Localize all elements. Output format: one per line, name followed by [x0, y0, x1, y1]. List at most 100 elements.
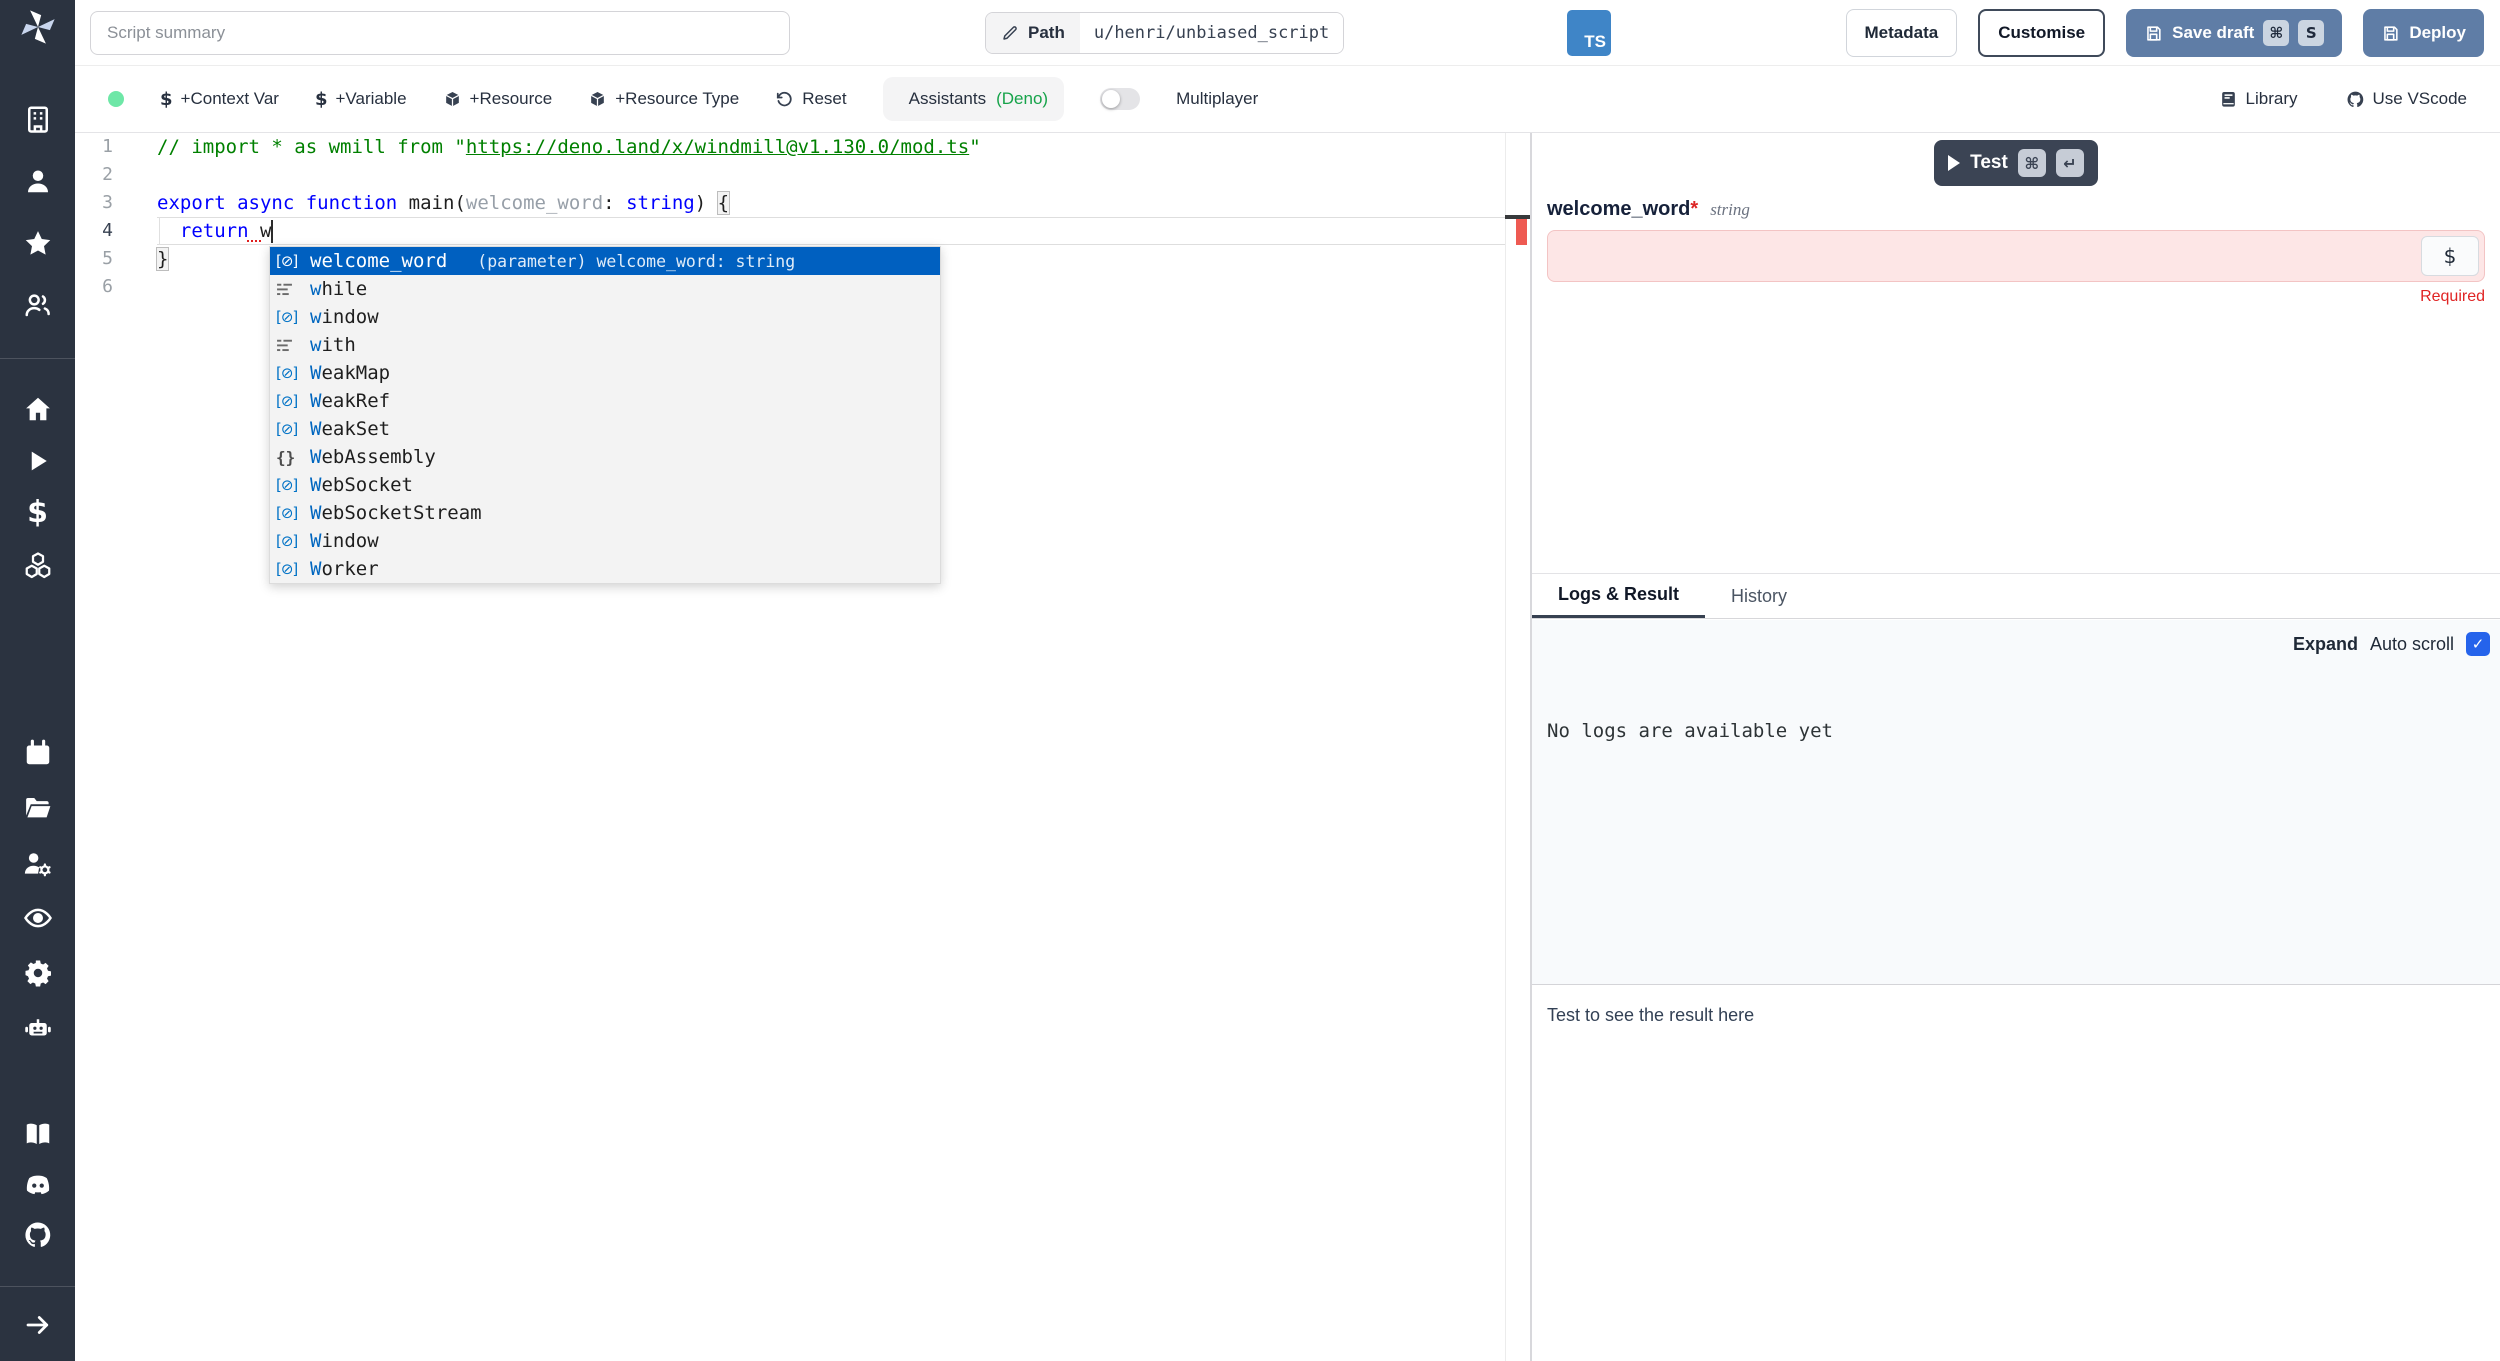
welcome-word-input[interactable] [1547, 230, 2485, 282]
suggestion-item[interactable]: [⊘] WeakSet [270, 415, 940, 443]
save-draft-label: Save draft [2172, 23, 2254, 43]
line-number: 1 [75, 133, 157, 161]
comment-token: // import * as wmill from " [157, 136, 466, 158]
code-line-3: export async function main(welcome_word:… [157, 189, 1505, 217]
suggestion-item[interactable]: [⊘] WeakMap [270, 359, 940, 387]
cube-icon [443, 90, 462, 109]
reset-button[interactable]: Reset [775, 89, 846, 109]
tab-logs-result[interactable]: Logs & Result [1532, 574, 1705, 618]
type-token: string [626, 192, 695, 214]
runs-play-icon[interactable] [0, 446, 75, 476]
suggestion-item[interactable]: [⊘] WebSocket [270, 471, 940, 499]
audit-eye-icon[interactable] [0, 903, 75, 933]
sidebar-divider [0, 1286, 75, 1287]
suggestion-item[interactable]: [⊘] Window [270, 527, 940, 555]
argument-form: welcome_word* string $ Required [1532, 198, 2500, 306]
assistants-label: Assistants [909, 89, 986, 109]
suggestion-label: with [310, 334, 356, 356]
save-icon [2144, 24, 2163, 43]
add-resource-type-button[interactable]: +Resource Type [588, 89, 739, 109]
multiplayer-toggle[interactable] [1100, 88, 1140, 110]
add-resource-button[interactable]: +Resource [443, 89, 553, 109]
kbd-cmd: ⌘ [2018, 149, 2046, 177]
workers-robot-icon[interactable] [0, 1013, 75, 1043]
suggestion-item[interactable]: while [270, 275, 940, 303]
save-draft-button[interactable]: Save draft ⌘ S [2126, 9, 2342, 57]
folders-icon[interactable] [0, 793, 75, 823]
github-icon [2346, 90, 2365, 109]
workspace-building-icon[interactable] [0, 104, 75, 134]
code-line-4: return w [157, 217, 1505, 245]
test-button[interactable]: Test ⌘ ↵ [1934, 140, 2098, 186]
keyword-token: export [157, 192, 237, 214]
logs-controls: Expand Auto scroll ✓ [2293, 632, 2490, 656]
line-number: 5 [75, 245, 157, 273]
library-button[interactable]: Library [2219, 89, 2298, 109]
keyword-token: return [180, 220, 260, 242]
path-control: Path u/henri/unbiased_script [985, 12, 1344, 54]
reset-label: Reset [802, 89, 846, 109]
variables-dollar-icon[interactable]: $ [0, 498, 75, 528]
keyword-token: function [306, 192, 409, 214]
suggestion-item[interactable]: {} WebAssembly [270, 443, 940, 471]
customise-button[interactable]: Customise [1978, 9, 2105, 57]
windmill-script-editor: $ [0, 0, 2500, 1361]
use-vscode-button[interactable]: Use VScode [2346, 89, 2468, 109]
deploy-button[interactable]: Deploy [2363, 9, 2484, 57]
github-icon[interactable] [0, 1220, 75, 1250]
import-url-link[interactable]: https://deno.land/x/windmill@v1.130.0/mo… [466, 136, 969, 158]
kbd-cmd: ⌘ [2263, 20, 2289, 46]
expand-sidebar-arrow-icon[interactable] [0, 1310, 75, 1340]
add-resource-label: +Resource [470, 89, 553, 109]
favorites-star-icon[interactable] [0, 228, 75, 258]
add-context-var-button[interactable]: $ +Context Var [160, 89, 279, 110]
keyword-token: async [237, 192, 306, 214]
symbol-variable-icon: [⊘] [276, 560, 310, 578]
pencil-icon [1001, 24, 1019, 42]
schedules-calendar-icon[interactable] [0, 738, 75, 768]
insert-variable-button[interactable]: $ [2421, 236, 2479, 276]
overview-ruler[interactable] [1505, 133, 1530, 1361]
field-type: string [1710, 200, 1750, 220]
rotate-ccw-icon [775, 90, 794, 109]
home-icon[interactable] [0, 394, 75, 424]
metadata-button[interactable]: Metadata [1846, 9, 1958, 57]
script-summary-input[interactable] [90, 11, 790, 55]
settings-gear-icon[interactable] [0, 958, 75, 988]
discord-icon[interactable] [0, 1170, 75, 1200]
users-icon[interactable] [0, 290, 75, 320]
autoscroll-checkbox[interactable]: ✓ [2466, 632, 2490, 656]
suggestion-label: WebSocket [310, 474, 413, 496]
docs-book-icon[interactable] [0, 1119, 75, 1149]
code-editor[interactable]: 1 2 3 4 5 6 // import * as wmill from "h… [75, 133, 1530, 1361]
assistants-button[interactable]: Assistants (Deno) [883, 77, 1064, 121]
suggestion-detail: (parameter) welcome_word: string [477, 252, 795, 271]
resources-cubes-icon[interactable] [0, 550, 75, 580]
line-number-active: 4 [75, 217, 157, 245]
toolbar-right: Library Use VScode [2219, 66, 2467, 132]
windmill-logo-icon[interactable] [0, 8, 75, 46]
suggestion-item[interactable]: with [270, 331, 940, 359]
sidebar-divider [0, 358, 75, 359]
groups-user-cog-icon[interactable] [0, 848, 75, 878]
suggestion-item[interactable]: [⊘] Worker [270, 555, 940, 583]
logs-empty-message: No logs are available yet [1547, 720, 1833, 742]
logs-tabs: Logs & Result History [1532, 574, 2500, 619]
suggestion-item-selected[interactable]: [⊘] welcome_word (parameter) welcome_wor… [270, 247, 940, 275]
expand-button[interactable]: Expand [2293, 634, 2358, 655]
add-variable-button[interactable]: $ +Variable [315, 89, 407, 110]
comment-token: " [969, 136, 980, 158]
preview-panel: Test ⌘ ↵ welcome_word* string $ Required… [1530, 133, 2500, 1361]
editor-toolbar: $ +Context Var $ +Variable +Resource +Re… [75, 66, 2500, 133]
symbol-variable-icon: [⊘] [276, 308, 310, 326]
logs-body: Expand Auto scroll ✓ No logs are availab… [1532, 620, 2500, 984]
tab-history[interactable]: History [1705, 574, 1813, 618]
suggestion-item[interactable]: [⊘] WeakRef [270, 387, 940, 415]
user-icon[interactable] [0, 166, 75, 196]
path-value[interactable]: u/henri/unbiased_script [1080, 13, 1343, 53]
suggestion-item[interactable]: [⊘] window [270, 303, 940, 331]
line-number-gutter: 1 2 3 4 5 6 [75, 133, 157, 301]
suggestion-item[interactable]: [⊘] WebSocketStream [270, 499, 940, 527]
result-placeholder: Test to see the result here [1532, 985, 2500, 1046]
edit-path-button[interactable]: Path [986, 13, 1080, 53]
